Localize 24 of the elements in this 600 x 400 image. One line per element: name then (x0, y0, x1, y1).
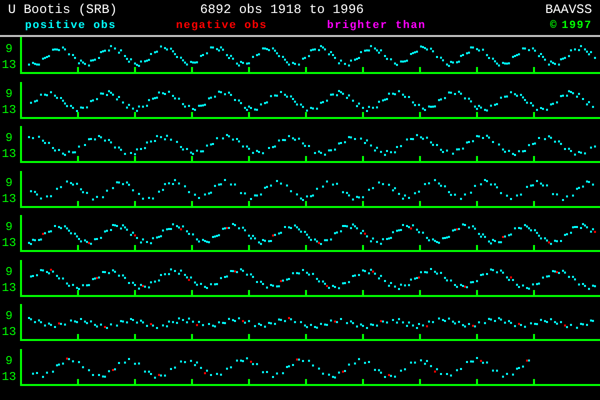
axis-label: 9 (5, 43, 13, 55)
copyright-year: 1997 (562, 20, 592, 32)
axis-label: 9 (5, 310, 13, 322)
axis-label: 13 (2, 148, 16, 160)
axis-label: 9 (5, 176, 13, 188)
axis-label: 9 (5, 354, 13, 366)
legend-label: positive obs (25, 20, 118, 32)
axis-label: 9 (5, 132, 13, 144)
axis-label: 9 (5, 221, 13, 233)
copyright-symbol: © (550, 20, 558, 32)
axis-label: 13 (2, 370, 16, 382)
axis-label: 13 (2, 326, 16, 338)
axis-label: 13 (2, 237, 16, 249)
organisation-name: BAAVSS (545, 2, 592, 16)
axis-label: 13 (2, 104, 16, 116)
axis-label: 9 (5, 266, 13, 278)
legend-label: negative obs (176, 20, 268, 32)
observation-summary: 6892 obs 1918 to 1996 (200, 2, 365, 16)
chart-title: U Bootis (SRB) (8, 2, 118, 16)
axis-label: 13 (2, 282, 16, 294)
axis-label: 13 (2, 59, 16, 71)
axis-label: 9 (5, 88, 13, 100)
legend-label: brighter than (327, 20, 427, 32)
axis-label: 13 (2, 192, 16, 204)
